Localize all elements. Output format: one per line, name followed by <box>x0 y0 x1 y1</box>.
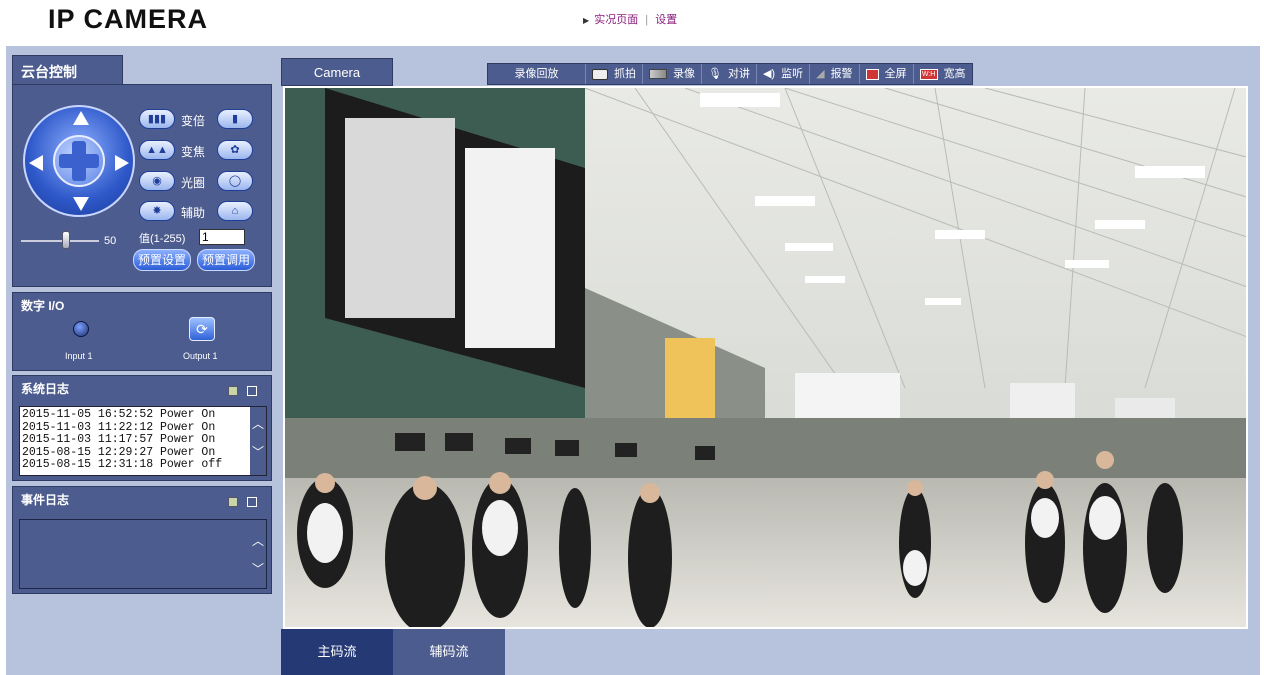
digital-io-title: 数字 I/O <box>21 299 65 313</box>
scroll-down-icon[interactable]: ﹀ <box>250 447 266 460</box>
ptz-right-icon[interactable] <box>115 155 129 171</box>
talk-button[interactable]: 🎙 对讲 <box>702 64 757 84</box>
snapshot-button[interactable]: 抓拍 <box>586 64 643 84</box>
zoom-in-button[interactable]: ▮ <box>217 109 253 129</box>
input-indicator-icon <box>73 321 89 337</box>
event-log-actions <box>222 497 257 510</box>
tab-ptz-control[interactable]: 云台控制 <box>12 55 123 85</box>
talk-label: 对讲 <box>727 68 750 80</box>
alarm-label: 报警 <box>830 68 853 80</box>
focus-label: 变焦 <box>181 145 206 159</box>
zoom-label: 变倍 <box>181 114 206 128</box>
input-label: Input 1 <box>65 351 93 361</box>
save-event-log-icon[interactable] <box>228 497 239 507</box>
snapshot-label: 抓拍 <box>614 68 636 80</box>
scroll-up-icon[interactable]: ︿ <box>250 532 266 549</box>
aspect-label: 宽高 <box>943 68 966 80</box>
iris-label: 光圈 <box>181 176 206 190</box>
system-log-title: 系统日志 <box>21 382 70 396</box>
zoom-row: ▮▮▮ 变倍 ▮ <box>139 109 269 133</box>
event-log-scrollbar[interactable]: ︿ ﹀ <box>250 520 266 588</box>
preset-set-button[interactable]: 预置设置 <box>133 249 191 271</box>
aux-label: 辅助 <box>181 206 206 220</box>
tab-main-stream[interactable]: 主码流 <box>281 629 393 675</box>
playback-label: 录像回放 <box>514 68 559 80</box>
scroll-down-icon[interactable]: ﹀ <box>250 560 266 577</box>
aux-row: ✸ 辅助 ⌂ <box>139 201 269 225</box>
nav-settings-link[interactable]: 设置 <box>655 14 677 26</box>
clear-log-icon[interactable] <box>247 386 257 396</box>
system-log-panel: 系统日志 2015-11-05 16:52:52 Power On 2015-1… <box>12 375 272 481</box>
speaker-icon: ◀) <box>762 68 776 80</box>
system-log-list[interactable]: 2015-11-05 16:52:52 Power On 2015-11-03 … <box>19 406 267 476</box>
fullscreen-button[interactable]: 全屏 <box>860 64 914 84</box>
preset-call-button[interactable]: 预置调用 <box>197 249 255 271</box>
ptz-down-icon[interactable] <box>73 197 89 211</box>
speed-slider-track[interactable] <box>21 240 99 242</box>
aux-wiper-button[interactable]: ⌂ <box>217 201 253 221</box>
arrow-right-icon: ▶ <box>583 16 590 25</box>
ptz-panel: ▮▮▮ 变倍 ▮ ▲▲ 变焦 ✿ ◉ 光圈 ◯ ✸ 辅助 ⌂ 50 值(1-25… <box>12 84 272 287</box>
stream-selector: 主码流 辅码流 <box>281 629 505 675</box>
iris-close-button[interactable]: ◉ <box>139 171 175 191</box>
alarm-button[interactable]: ◢ 报警 <box>810 64 860 84</box>
ptz-up-icon[interactable] <box>73 111 89 125</box>
playback-button[interactable]: 录像回放 <box>488 64 586 84</box>
camera-toolbar: 录像回放 抓拍 录像 🎙 对讲 ◀) 监听 ◢ 报警 全屏 W:H 宽高 <box>487 63 973 85</box>
speed-slider-handle[interactable] <box>62 231 70 249</box>
preset-value-label: 值(1-255) <box>139 233 186 245</box>
zoom-out-button[interactable]: ▮▮▮ <box>139 109 175 129</box>
microphone-icon: 🎙 <box>708 68 722 80</box>
tab-sub-stream[interactable]: 辅码流 <box>393 629 505 675</box>
live-video-view[interactable] <box>283 86 1248 629</box>
output-toggle-button[interactable]: ⟳ <box>189 317 215 341</box>
header: IP CAMERA ▶ 实况页面 | 设置 <box>0 0 1264 46</box>
speed-value: 50 <box>104 235 117 247</box>
scroll-up-icon[interactable]: ︿ <box>250 419 266 432</box>
record-label: 录像 <box>673 68 695 80</box>
focus-far-button[interactable]: ▲▲ <box>139 140 175 160</box>
ptz-left-icon[interactable] <box>29 155 43 171</box>
system-log-scrollbar[interactable]: ︿ ﹀ <box>250 407 266 475</box>
focus-near-button[interactable]: ✿ <box>217 140 253 160</box>
ptz-direction-pad[interactable] <box>23 105 135 217</box>
fullscreen-label: 全屏 <box>884 68 907 80</box>
fullscreen-icon <box>865 68 879 80</box>
list-item: 2015-11-05 16:52:52 Power On <box>22 408 216 421</box>
alarm-icon: ◢ <box>816 68 825 80</box>
list-item: 2015-11-03 11:17:57 Power On <box>22 433 216 446</box>
ptz-center-plus-icon-v <box>72 141 86 181</box>
clear-event-log-icon[interactable] <box>247 497 257 507</box>
listen-label: 监听 <box>781 68 804 80</box>
preset-value-input[interactable]: 1 <box>199 229 245 245</box>
event-log-list[interactable]: ︿ ﹀ <box>19 519 267 589</box>
focus-row: ▲▲ 变焦 ✿ <box>139 140 269 164</box>
top-nav: ▶ 实况页面 | 设置 <box>583 11 677 27</box>
output-label: Output 1 <box>183 351 218 361</box>
aux-light-button[interactable]: ✸ <box>139 201 175 221</box>
logo: IP CAMERA <box>48 4 209 34</box>
nav-live-link[interactable]: 实况页面 <box>594 14 638 26</box>
digital-io-panel: 数字 I/O ⟳ Input 1 Output 1 <box>12 292 272 371</box>
nav-separator: | <box>645 14 649 26</box>
iris-row: ◉ 光圈 ◯ <box>139 171 269 195</box>
aspect-ratio-button[interactable]: W:H 宽高 <box>914 64 972 84</box>
live-video-image <box>285 88 1246 627</box>
camera-icon <box>592 68 608 80</box>
tab-camera[interactable]: Camera <box>281 58 393 86</box>
list-item: 2015-08-15 12:31:18 Power off <box>22 458 223 471</box>
listen-button[interactable]: ◀) 监听 <box>757 64 811 84</box>
video-camera-icon <box>649 69 667 79</box>
iris-open-button[interactable]: ◯ <box>217 171 253 191</box>
aspect-ratio-icon: W:H <box>919 68 938 80</box>
event-log-title: 事件日志 <box>21 493 70 507</box>
event-log-panel: 事件日志 ︿ ﹀ <box>12 486 272 594</box>
save-log-icon[interactable] <box>228 386 239 396</box>
record-button[interactable]: 录像 <box>643 64 702 84</box>
system-log-actions <box>222 386 257 399</box>
